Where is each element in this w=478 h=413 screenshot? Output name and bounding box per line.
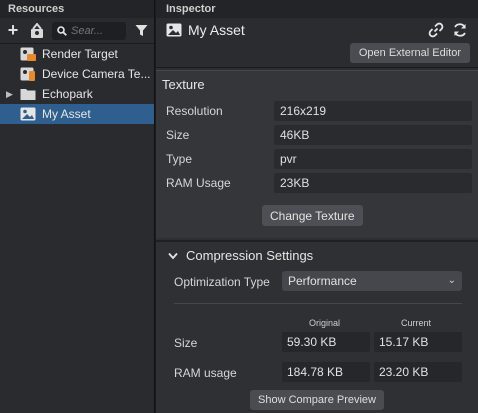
refresh-icon[interactable] [452, 22, 468, 38]
resource-item-echopark[interactable]: ▶ Echopark [0, 84, 154, 104]
resource-item-label: Echopark [42, 87, 93, 101]
package-icon[interactable] [28, 22, 46, 40]
prop-row-size: Size 46KB [162, 125, 472, 145]
compression-title: Compression Settings [186, 248, 314, 263]
original-size-value: 59.30 KB [282, 332, 370, 352]
prop-row-ram-usage: RAM Usage 23KB [162, 173, 472, 193]
resources-toolbar: + [0, 18, 154, 44]
render-target-icon [20, 47, 36, 61]
column-header-original: Original [309, 318, 341, 328]
optimization-type-value: Performance [288, 274, 357, 288]
prop-row-type: Type pvr [162, 149, 472, 169]
compare-label-size: Size [174, 336, 198, 350]
prop-label: RAM Usage [166, 176, 231, 190]
resources-panel: Resources + Render Target Device Camera … [0, 0, 155, 413]
image-icon [20, 107, 36, 121]
filter-icon[interactable] [132, 22, 150, 40]
inspector-panel: Inspector My Asset Open External Editor … [156, 0, 478, 413]
resources-list: Render Target Device Camera Te... ▶ Echo… [0, 44, 154, 124]
prop-value-resolution: 216x219 [274, 101, 472, 121]
resource-item-label: Render Target [42, 47, 118, 61]
resource-item-label: Device Camera Te... [42, 67, 151, 81]
asset-header: My Asset Open External Editor [156, 18, 478, 68]
prop-label: Resolution [166, 104, 223, 118]
search-input[interactable] [71, 24, 123, 37]
optimization-type-select[interactable]: Performance ⌄ [282, 271, 462, 291]
change-texture-button[interactable]: Change Texture [262, 205, 363, 226]
divider [174, 303, 462, 304]
search-icon [57, 25, 67, 36]
prop-label: Size [166, 128, 190, 142]
resource-item-my-asset[interactable]: My Asset [0, 104, 154, 124]
current-ram-value: 23.20 KB [374, 362, 462, 382]
chevron-down-icon[interactable] [168, 252, 178, 260]
asset-name-label: My Asset [188, 22, 245, 38]
prop-label: Type [166, 152, 193, 166]
resources-title: Resources [0, 0, 154, 18]
resource-item-device-camera[interactable]: Device Camera Te... [0, 64, 154, 84]
chevron-right-icon[interactable]: ▶ [6, 89, 14, 100]
prop-row-resolution: Resolution 216x219 [162, 101, 472, 121]
prop-value-ram-usage: 23KB [274, 173, 472, 193]
compression-section: Compression Settings Optimization Type P… [156, 240, 478, 413]
device-camera-icon [20, 67, 36, 81]
chevron-down-icon: ⌄ [447, 275, 456, 286]
asset-title: My Asset [166, 22, 245, 38]
compression-header[interactable]: Compression Settings [168, 248, 313, 263]
asset-actions [428, 22, 468, 38]
link-icon[interactable] [428, 22, 444, 38]
folder-icon [20, 87, 36, 101]
compare-label-ram-usage: RAM usage [174, 366, 237, 380]
original-ram-value: 184.78 KB [282, 362, 370, 382]
optimization-type-label: Optimization Type [174, 275, 270, 289]
current-size-value: 15.17 KB [374, 332, 462, 352]
image-icon [166, 23, 182, 37]
texture-title: Texture [162, 77, 205, 92]
column-header-current: Current [401, 318, 432, 328]
open-external-editor-button[interactable]: Open External Editor [349, 43, 470, 63]
prop-value-type: pvr [274, 149, 472, 169]
prop-value-size: 46KB [274, 125, 472, 145]
show-compare-preview-button[interactable]: Show Compare Preview [250, 390, 384, 410]
inspector-title: Inspector [156, 0, 478, 18]
search-box[interactable] [52, 21, 126, 40]
texture-section: Texture Resolution 216x219 Size 46KB Typ… [156, 70, 478, 238]
resource-item-label: My Asset [42, 107, 91, 121]
resource-item-render-target[interactable]: Render Target [0, 44, 154, 64]
add-icon[interactable]: + [4, 20, 22, 40]
